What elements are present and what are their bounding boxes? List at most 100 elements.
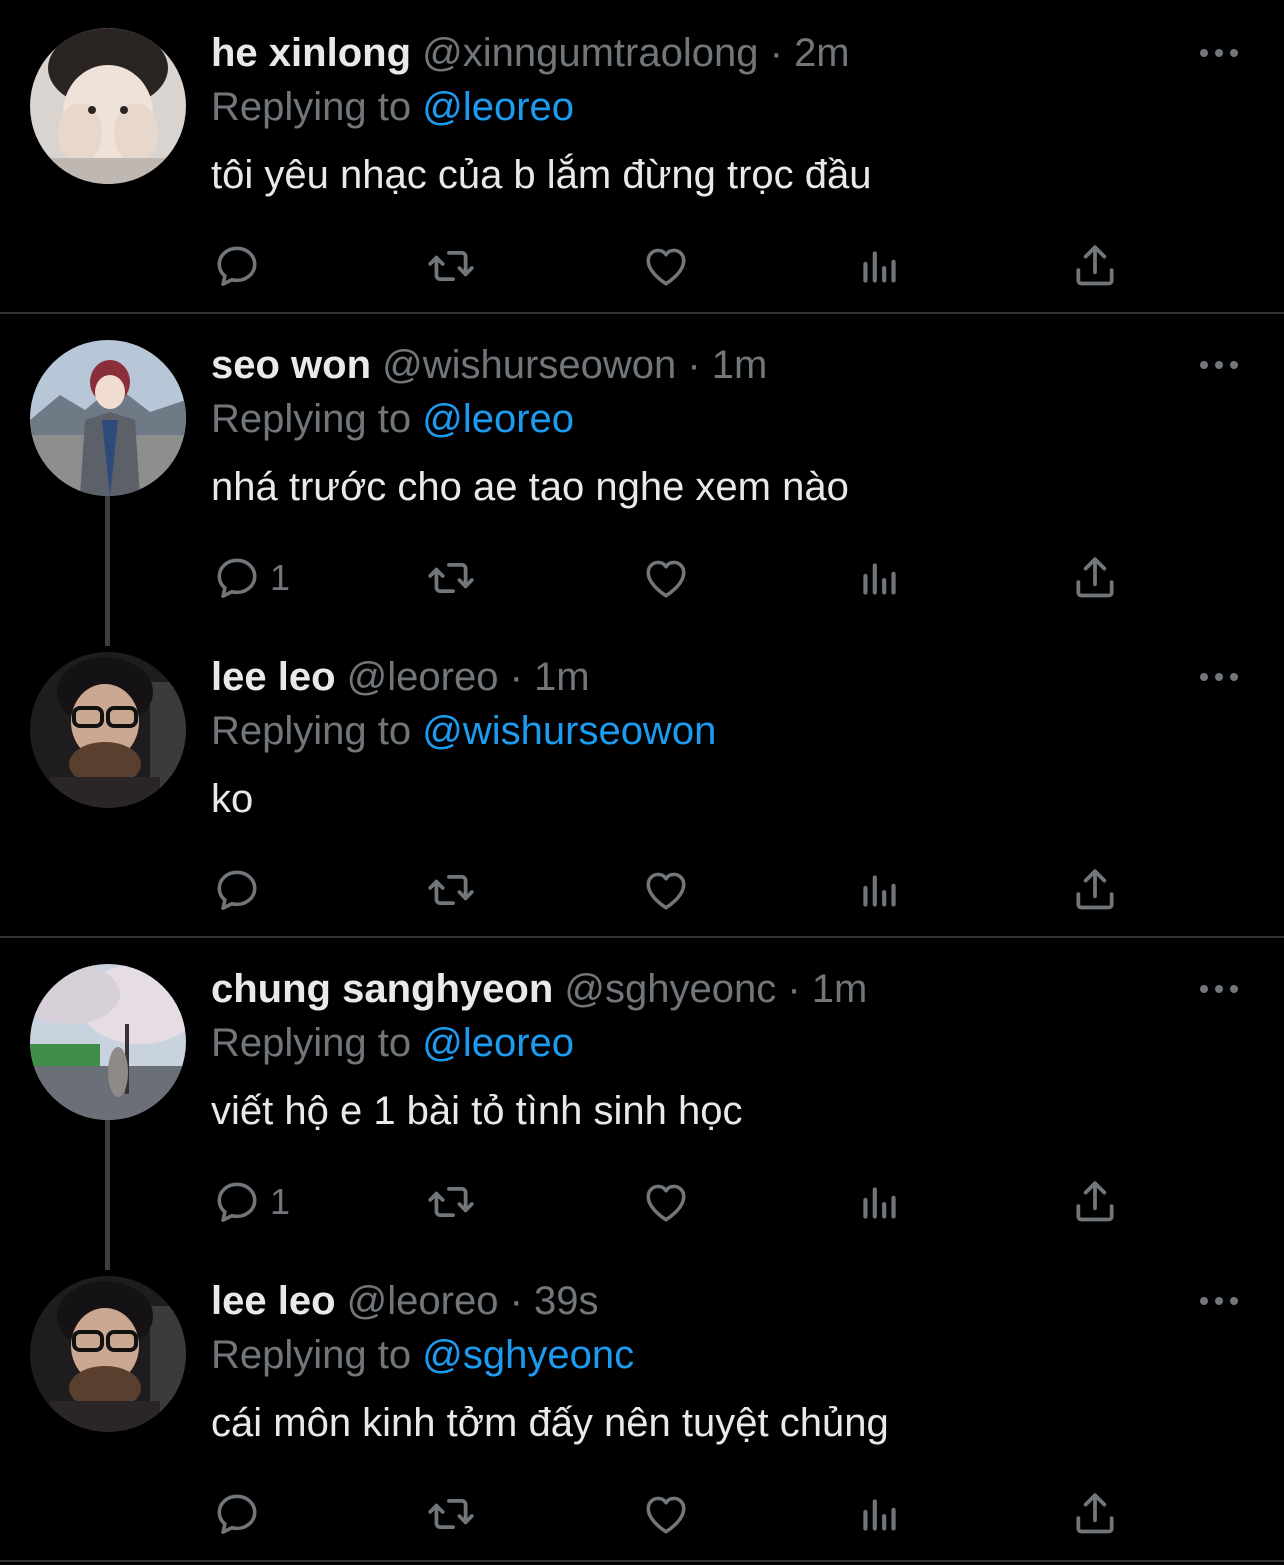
- replying-to-label: Replying to: [211, 397, 412, 441]
- like-button[interactable]: [641, 548, 691, 608]
- display-name[interactable]: chung sanghyeon: [211, 967, 553, 1011]
- mention-link[interactable]: @leoreo: [422, 397, 574, 441]
- timestamp[interactable]: 1m: [812, 967, 868, 1011]
- views-button[interactable]: [855, 860, 905, 920]
- divider: [0, 1560, 1284, 1562]
- tweet[interactable]: lee leo @leoreo · 1m Replying to @wishur…: [0, 624, 1284, 936]
- timestamp[interactable]: 39s: [534, 1279, 599, 1323]
- tweet[interactable]: chung sanghyeon @sghyeonc · 1m Replying …: [0, 936, 1284, 1248]
- tweet[interactable]: seo won @wishurseowon · 1m Replying to @…: [0, 312, 1284, 624]
- dot-separator: ·: [769, 31, 783, 75]
- tweet-text: viết hộ e 1 bài tỏ tình sinh học: [211, 1089, 743, 1133]
- retweet-icon: [426, 553, 476, 603]
- like-button[interactable]: [641, 1172, 691, 1232]
- mention-link[interactable]: @sghyeonc: [422, 1333, 634, 1377]
- more-options-icon[interactable]: [1194, 1286, 1244, 1316]
- retweet-button[interactable]: [426, 1484, 476, 1544]
- analytics-icon: [855, 553, 905, 603]
- retweet-icon: [426, 1489, 476, 1539]
- handle[interactable]: @sghyeonc: [564, 967, 776, 1011]
- heart-icon: [641, 1177, 691, 1227]
- like-button[interactable]: [641, 1484, 691, 1544]
- reply-icon: [212, 553, 262, 603]
- dot-separator: ·: [509, 655, 523, 699]
- handle[interactable]: @xinngumtraolong: [422, 31, 758, 75]
- reply-button[interactable]: 1: [212, 548, 290, 608]
- replying-to: Replying to @leoreo: [211, 394, 574, 444]
- mention-link[interactable]: @leoreo: [422, 1021, 574, 1065]
- reply-button[interactable]: 1: [212, 1172, 290, 1232]
- display-name[interactable]: seo won: [211, 343, 371, 387]
- share-button[interactable]: [1070, 1172, 1120, 1232]
- retweet-button[interactable]: [426, 1172, 476, 1232]
- display-name[interactable]: he xinlong: [211, 31, 411, 75]
- reply-icon: [212, 1177, 262, 1227]
- mention-link[interactable]: @leoreo: [422, 85, 574, 129]
- retweet-button[interactable]: [426, 236, 476, 296]
- heart-icon: [641, 553, 691, 603]
- tweet-header: chung sanghyeon @sghyeonc · 1m: [211, 964, 867, 1014]
- dot-separator: ·: [687, 343, 701, 387]
- avatar[interactable]: [30, 340, 186, 496]
- reply-icon: [212, 865, 262, 915]
- replying-to-label: Replying to: [211, 1333, 412, 1377]
- avatar[interactable]: [30, 964, 186, 1120]
- like-button[interactable]: [641, 860, 691, 920]
- share-button[interactable]: [1070, 860, 1120, 920]
- tweet-text: cái môn kinh tởm đấy nên tuyệt chủng: [211, 1401, 889, 1445]
- reply-button[interactable]: [212, 1484, 270, 1544]
- reply-icon: [212, 1489, 262, 1539]
- heart-icon: [641, 241, 691, 291]
- avatar[interactable]: [30, 1276, 186, 1432]
- dot-separator: ·: [509, 1279, 523, 1323]
- more-options-icon[interactable]: [1194, 38, 1244, 68]
- timestamp[interactable]: 2m: [794, 31, 850, 75]
- reply-button[interactable]: [212, 860, 270, 920]
- analytics-icon: [855, 1489, 905, 1539]
- more-options-icon[interactable]: [1194, 662, 1244, 692]
- share-button[interactable]: [1070, 1484, 1120, 1544]
- replying-to-label: Replying to: [211, 709, 412, 753]
- views-button[interactable]: [855, 1172, 905, 1232]
- heart-icon: [641, 1489, 691, 1539]
- tweet[interactable]: lee leo @leoreo · 39s Replying to @sghye…: [0, 1248, 1284, 1560]
- display-name[interactable]: lee leo: [211, 1279, 336, 1323]
- heart-icon: [641, 865, 691, 915]
- analytics-icon: [855, 865, 905, 915]
- more-options-icon[interactable]: [1194, 350, 1244, 380]
- share-icon: [1070, 865, 1120, 915]
- display-name[interactable]: lee leo: [211, 655, 336, 699]
- tweet-header: lee leo @leoreo · 1m: [211, 652, 590, 702]
- share-icon: [1070, 553, 1120, 603]
- handle[interactable]: @wishurseowon: [382, 343, 676, 387]
- handle[interactable]: @leoreo: [347, 655, 499, 699]
- avatar[interactable]: [30, 652, 186, 808]
- replying-to-label: Replying to: [211, 85, 412, 129]
- avatar[interactable]: [30, 28, 186, 184]
- retweet-button[interactable]: [426, 548, 476, 608]
- replying-to: Replying to @wishurseowon: [211, 706, 716, 756]
- share-icon: [1070, 241, 1120, 291]
- tweet[interactable]: he xinlong @xinngumtraolong · 2m Replyin…: [0, 0, 1284, 312]
- tweet-header: he xinlong @xinngumtraolong · 2m: [211, 28, 850, 78]
- replying-to: Replying to @leoreo: [211, 1018, 574, 1068]
- share-icon: [1070, 1177, 1120, 1227]
- action-bar: [0, 236, 1284, 296]
- like-button[interactable]: [641, 236, 691, 296]
- share-button[interactable]: [1070, 548, 1120, 608]
- retweet-button[interactable]: [426, 860, 476, 920]
- more-options-icon[interactable]: [1194, 974, 1244, 1004]
- tweet-text: nhá trước cho ae tao nghe xem nào: [211, 465, 849, 509]
- analytics-icon: [855, 241, 905, 291]
- handle[interactable]: @leoreo: [347, 1279, 499, 1323]
- mention-link[interactable]: @wishurseowon: [422, 709, 716, 753]
- views-button[interactable]: [855, 1484, 905, 1544]
- timestamp[interactable]: 1m: [712, 343, 768, 387]
- timestamp[interactable]: 1m: [534, 655, 590, 699]
- share-button[interactable]: [1070, 236, 1120, 296]
- retweet-icon: [426, 1177, 476, 1227]
- reply-button[interactable]: [212, 236, 270, 296]
- views-button[interactable]: [855, 236, 905, 296]
- replying-to-label: Replying to: [211, 1021, 412, 1065]
- views-button[interactable]: [855, 548, 905, 608]
